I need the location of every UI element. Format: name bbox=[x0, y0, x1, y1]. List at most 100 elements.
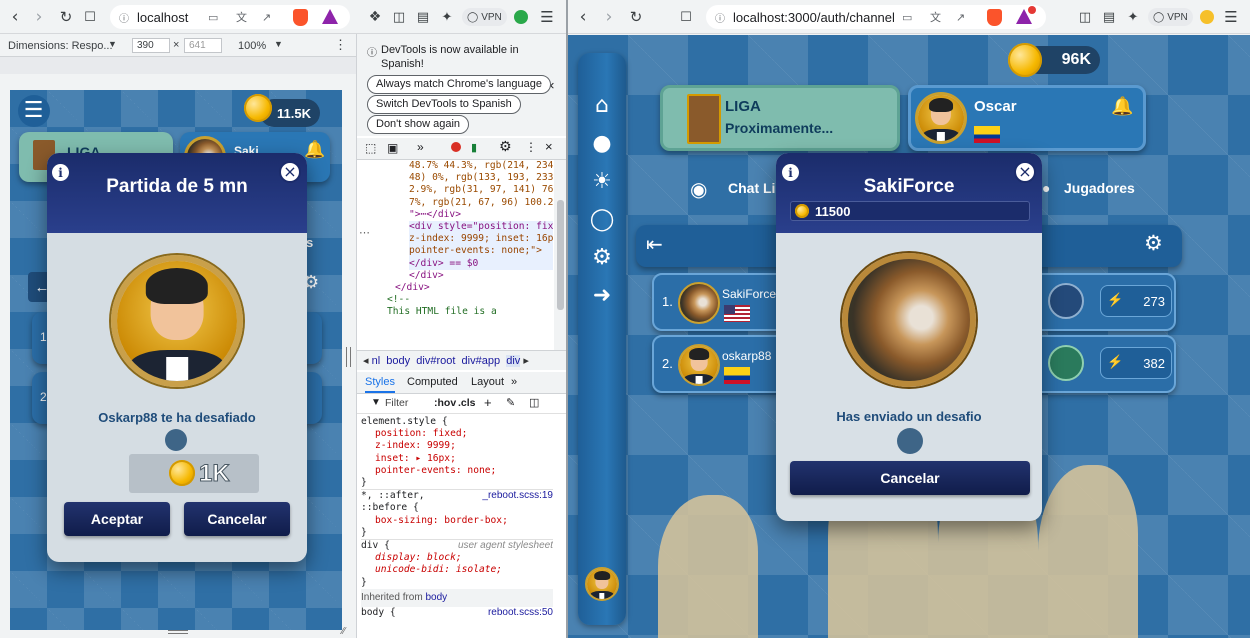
wallet-icon[interactable]: ▤ bbox=[414, 6, 432, 28]
user-icon[interactable]: ● bbox=[588, 129, 616, 157]
css-prop[interactable]: position: fixed; bbox=[375, 428, 467, 439]
device-icon[interactable]: ▣ bbox=[387, 141, 398, 155]
paint-icon[interactable]: ✎ bbox=[506, 396, 515, 409]
chevron-left-icon[interactable]: ◂ bbox=[363, 355, 369, 367]
menu-icon[interactable]: ☰ bbox=[1222, 6, 1240, 28]
tab-chat[interactable]: Chat Li bbox=[728, 180, 775, 196]
switch-language-button[interactable]: Switch DevTools to Spanish bbox=[367, 95, 521, 114]
code-line[interactable]: </div> bbox=[395, 282, 553, 294]
wallet-icon[interactable]: ▤ bbox=[1100, 6, 1118, 28]
reload-icon[interactable]: ↻ bbox=[626, 6, 646, 28]
close-icon[interactable]: × bbox=[545, 139, 553, 154]
code-line-selected[interactable]: z-index: 9999; inset: 16px bbox=[409, 233, 553, 246]
install-icon[interactable]: ▭ bbox=[902, 11, 912, 24]
cancel-button[interactable]: Cancelar bbox=[184, 502, 290, 536]
share-icon[interactable]: ↗ bbox=[956, 11, 965, 24]
error-icon[interactable] bbox=[451, 142, 461, 152]
user-avatar[interactable] bbox=[585, 567, 619, 601]
code-line[interactable]: <!-- bbox=[387, 294, 553, 306]
scrollbar-thumb[interactable] bbox=[557, 200, 564, 310]
bookmark-icon[interactable]: ☐ bbox=[678, 6, 694, 28]
dont-show-button[interactable]: Don't show again bbox=[367, 115, 470, 134]
cls-button[interactable]: .cls bbox=[458, 397, 476, 409]
site-info-icon[interactable]: ⓘ bbox=[715, 10, 725, 25]
translate-icon[interactable]: 文 bbox=[930, 9, 941, 25]
breadcrumb-item[interactable]: div#app bbox=[462, 355, 501, 367]
match-language-button[interactable]: Always match Chrome's language bbox=[367, 75, 551, 94]
menu-icon[interactable]: ☰ bbox=[538, 6, 556, 28]
share-icon[interactable]: ↗ bbox=[262, 11, 271, 24]
breadcrumb-item[interactable]: div bbox=[506, 355, 521, 367]
vpn-button[interactable]: ◯ VPN bbox=[462, 8, 507, 26]
close-icon[interactable]: × bbox=[279, 161, 301, 183]
zoom-select[interactable]: 100% bbox=[238, 40, 266, 52]
reload-icon[interactable]: ↻ bbox=[56, 6, 76, 28]
players-icon[interactable]: ● bbox=[1042, 180, 1050, 196]
more-options-icon[interactable]: ⋮ bbox=[334, 37, 347, 53]
hov-button[interactable]: :hov bbox=[434, 397, 456, 409]
resize-handle-icon[interactable] bbox=[346, 347, 351, 367]
player-card[interactable]: Oscar 🔔 bbox=[908, 85, 1146, 151]
tab-layout[interactable]: Layout bbox=[471, 376, 504, 388]
profile-icon[interactable] bbox=[1200, 10, 1214, 24]
brave-shield-icon[interactable] bbox=[987, 9, 1002, 26]
install-icon[interactable]: ▭ bbox=[208, 11, 218, 24]
logout-icon[interactable]: ➜ bbox=[588, 281, 616, 309]
css-prop[interactable]: z-index: 9999; bbox=[375, 440, 456, 451]
corner-resize-icon[interactable]: ∕∕ bbox=[342, 626, 345, 637]
address-bar[interactable]: ⓘ localhost:3000/auth/channel ▭ 文 ↗ bbox=[706, 5, 1046, 29]
dimensions-select[interactable]: Dimensions: Respo... bbox=[8, 40, 113, 52]
bell-icon[interactable]: 🔔 bbox=[304, 140, 325, 160]
breadcrumb-item[interactable]: nl bbox=[372, 355, 381, 367]
css-prop[interactable]: pointer-events: none; bbox=[375, 465, 496, 476]
brave-rewards-icon[interactable] bbox=[322, 9, 338, 24]
home-icon[interactable]: ⌂ bbox=[588, 91, 616, 119]
info-icon[interactable]: i bbox=[782, 164, 799, 181]
css-source-link[interactable]: reboot.scss:50 bbox=[488, 607, 553, 619]
height-input[interactable]: 641 bbox=[184, 38, 222, 53]
bookmark-icon[interactable]: ☐ bbox=[82, 6, 98, 28]
code-line[interactable]: </div> bbox=[409, 270, 553, 282]
hamburger-menu-button[interactable]: ☰ bbox=[10, 90, 57, 132]
sidebar-icon[interactable]: ◫ bbox=[390, 6, 408, 28]
breadcrumb-item[interactable]: div#root bbox=[416, 355, 455, 367]
league-card[interactable]: LIGA Proximamente... bbox=[660, 85, 900, 151]
forward-icon[interactable]: › bbox=[600, 6, 618, 28]
more-tabs-icon[interactable]: » bbox=[417, 140, 424, 154]
inspect-icon[interactable]: ⬚ bbox=[365, 141, 376, 155]
plus-icon[interactable]: + bbox=[484, 395, 492, 410]
more-tabs-icon[interactable]: » bbox=[511, 376, 517, 388]
issues-icon[interactable]: ▮ bbox=[471, 141, 477, 154]
vpn-button[interactable]: ◯ VPN bbox=[1148, 8, 1193, 26]
leo-icon[interactable]: ✦ bbox=[1124, 6, 1142, 28]
sidebar-toggle-icon[interactable]: ◫ bbox=[529, 396, 539, 409]
settings-icon[interactable]: ⚙ bbox=[499, 139, 512, 155]
settings-icon[interactable]: ⚙ bbox=[588, 243, 616, 271]
bell-icon[interactable]: 🔔 bbox=[1111, 96, 1133, 117]
inherited-link[interactable]: body bbox=[425, 592, 447, 603]
sidebar-icon[interactable]: ◫ bbox=[1076, 6, 1094, 28]
brave-shield-icon[interactable] bbox=[293, 9, 308, 26]
code-line-selected[interactable]: <div style="position: fixe bbox=[409, 221, 553, 234]
ellipsis-icon[interactable]: ⋯ bbox=[359, 226, 370, 239]
address-bar[interactable]: ⓘ localhost ▭ 文 ↗ bbox=[110, 5, 350, 29]
leo-icon[interactable]: ✦ bbox=[438, 6, 456, 28]
profile-icon[interactable] bbox=[514, 10, 528, 24]
css-prop[interactable]: inset: ▸ 16px; bbox=[375, 453, 456, 464]
info-icon[interactable]: i bbox=[52, 164, 69, 181]
chevron-down-icon[interactable]: ▼ bbox=[108, 39, 117, 49]
chevron-down-icon[interactable]: ▼ bbox=[274, 39, 283, 49]
back-icon[interactable]: ‹ bbox=[574, 6, 592, 28]
settings-icon[interactable]: ⚙ bbox=[1144, 231, 1163, 255]
resize-handle-icon[interactable] bbox=[168, 630, 188, 634]
css-prop[interactable]: box-sizing: border-box; bbox=[375, 515, 508, 526]
accept-button[interactable]: Aceptar bbox=[64, 502, 170, 536]
css-source-link[interactable]: _reboot.scss:19 bbox=[482, 490, 553, 502]
extensions-icon[interactable]: ❖ bbox=[366, 6, 384, 28]
translate-icon[interactable]: 文 bbox=[236, 9, 247, 25]
more-options-icon[interactable]: ⋮ bbox=[525, 140, 537, 154]
forward-icon[interactable]: › bbox=[30, 6, 48, 28]
width-input[interactable]: 390 bbox=[132, 38, 170, 53]
back-icon[interactable]: ‹ bbox=[6, 6, 24, 28]
tab-players[interactable]: Jugadores bbox=[1064, 180, 1135, 196]
